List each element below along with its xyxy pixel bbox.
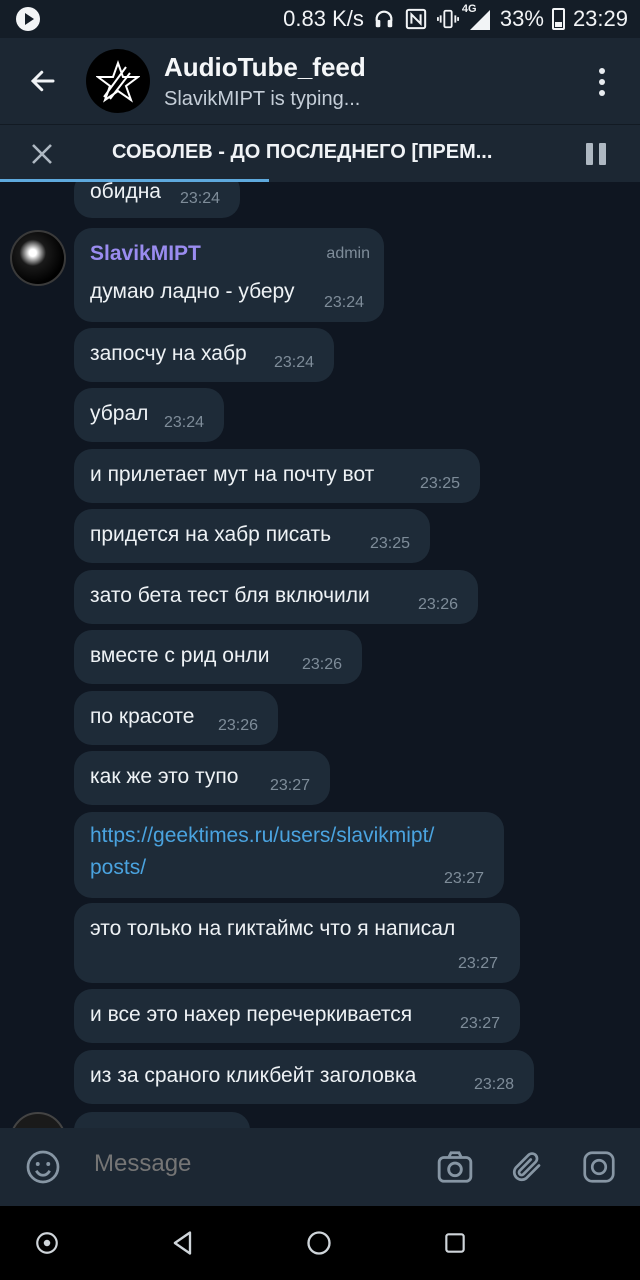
back-button[interactable] <box>0 38 86 124</box>
message-text: убрал <box>90 402 149 425</box>
pause-bar-icon <box>586 143 593 165</box>
message-bubble[interactable]: и все это нахер перечеркивается 23:27 <box>74 989 520 1043</box>
message-text: из за сраного кликбейт заголовка <box>90 1064 417 1087</box>
instant-camera-button[interactable] <box>580 1148 618 1186</box>
message-text: придется на хабр писать <box>90 523 332 546</box>
message-bubble[interactable]: это только на гиктаймс что я написал 23:… <box>74 903 520 983</box>
message-bubble[interactable]: по красоте 23:26 <box>74 691 278 745</box>
emoji-button[interactable] <box>24 1148 62 1186</box>
message-time: 23:25 <box>370 535 411 552</box>
message-text: это только на гиктаймс что я написал <box>90 917 456 940</box>
channel-avatar[interactable] <box>86 49 150 113</box>
message-time: 23:24 <box>164 414 205 431</box>
message-text: вместе с рид онли <box>90 644 270 667</box>
clock: 23:29 <box>572 6 628 31</box>
message-bubble[interactable]: вместе с рид онли 23:26 <box>74 630 362 684</box>
more-options-button[interactable] <box>584 62 620 102</box>
message-bubble[interactable]: зато бета тест бля включили 23:26 <box>74 570 478 624</box>
dot-icon <box>599 79 605 85</box>
track-title[interactable]: СОБОЛЕВ - ДО ПОСЛЕДНЕГО [ПРЕМ... <box>112 141 492 164</box>
sender-name[interactable]: SlavikMIPT <box>90 242 201 266</box>
message-bubble[interactable]: https://geektimes.ru/users/slavikmipt/ p… <box>74 812 504 898</box>
home-circle-icon <box>307 1231 331 1255</box>
chat-header: AudioTube_feed SlavikMIPT is typing... <box>0 38 640 124</box>
message-time: 23:27 <box>458 955 499 972</box>
nfc-icon <box>404 7 428 31</box>
chat-title[interactable]: AudioTube_feed <box>164 52 366 83</box>
message-list[interactable]: обидна 23:24 SlavikMIPT admin думаю ладн… <box>0 182 640 1128</box>
dot-icon <box>599 68 605 74</box>
typing-status: SlavikMIPT is typing... <box>164 87 361 110</box>
admin-badge: admin <box>326 245 370 262</box>
nav-extra-button[interactable] <box>30 1226 64 1260</box>
message-bubble[interactable]: как же это тупо 23:27 <box>74 751 330 805</box>
message-text: обидна <box>90 182 161 203</box>
emoji-icon <box>26 1150 60 1184</box>
message-bubble[interactable]: из за сраного кликбейт заголовка 23:28 <box>74 1050 534 1104</box>
network-speed: 0.83 K/s <box>283 6 364 31</box>
message-text: и прилетает мут на почту вот <box>90 463 375 486</box>
message-bubble[interactable]: SlavikMIPT admin думаю ладно - уберу 23:… <box>74 228 384 322</box>
message-bubble[interactable] <box>74 1112 250 1128</box>
message-time: 23:28 <box>474 1076 515 1093</box>
message-text: зато бета тест бля включили <box>90 584 370 607</box>
message-text: и все это нахер перечеркивается <box>90 1003 413 1026</box>
pause-button[interactable] <box>586 143 610 167</box>
back-triangle-icon <box>173 1231 192 1255</box>
star-logo-icon <box>96 60 140 103</box>
message-bubble[interactable]: запосчу на хабр 23:24 <box>74 328 334 382</box>
message-time: 23:24 <box>180 190 221 207</box>
message-time: 23:27 <box>460 1015 501 1032</box>
nav-back-button[interactable] <box>166 1226 200 1260</box>
message-time: 23:26 <box>302 656 343 673</box>
audio-player-bar[interactable]: СОБОЛЕВ - ДО ПОСЛЕДНЕГО [ПРЕМ... <box>0 124 640 182</box>
message-link[interactable]: posts/ <box>90 856 146 880</box>
message-link[interactable]: https://geektimes.ru/users/slavikmipt/ <box>90 824 434 848</box>
message-time: 23:27 <box>444 870 485 887</box>
message-time: 23:25 <box>420 475 461 492</box>
camera-button[interactable] <box>436 1148 474 1186</box>
battery-icon <box>551 8 565 30</box>
message-time: 23:26 <box>418 596 459 613</box>
battery-percent: 33% <box>499 6 544 31</box>
message-composer <box>0 1128 640 1206</box>
message-bubble[interactable]: придется на хабр писать 23:25 <box>74 509 430 563</box>
vibrate-icon <box>436 7 460 31</box>
pause-bar-icon <box>599 143 606 165</box>
message-time: 23:27 <box>270 777 311 794</box>
attach-button[interactable] <box>508 1148 546 1186</box>
message-text: по красоте <box>90 705 195 728</box>
camera-icon <box>437 1151 473 1183</box>
dot-circle-icon <box>36 1232 58 1254</box>
message-time: 23:24 <box>274 354 315 371</box>
message-bubble[interactable]: обидна 23:24 <box>74 182 240 218</box>
signal-icon: 4G <box>462 3 492 31</box>
status-bar: 0.83 K/s 4G 33% 23:29 <box>0 0 640 38</box>
dot-icon <box>599 90 605 96</box>
system-nav-bar <box>0 1206 640 1280</box>
network-type: 4G <box>461 3 477 15</box>
message-text: думаю ладно - уберу <box>90 280 295 303</box>
media-play-icon <box>16 7 40 31</box>
paperclip-icon <box>512 1152 541 1182</box>
nav-recents-button[interactable] <box>438 1226 472 1260</box>
message-text: запосчу на хабр <box>90 342 247 365</box>
message-time: 23:26 <box>218 717 259 734</box>
message-time: 23:24 <box>324 294 365 311</box>
message-bubble[interactable]: и прилетает мут на почту вот 23:25 <box>74 449 480 503</box>
close-player-button[interactable] <box>20 137 64 171</box>
recents-square-icon <box>445 1233 465 1253</box>
nav-home-button[interactable] <box>302 1226 336 1260</box>
message-text: как же это тупо <box>90 765 239 788</box>
headphones-icon <box>372 7 396 31</box>
close-icon <box>32 144 52 164</box>
user-avatar[interactable] <box>10 1112 66 1128</box>
message-input[interactable] <box>94 1150 394 1178</box>
back-arrow-icon <box>30 70 55 92</box>
user-avatar[interactable] <box>10 230 66 286</box>
message-bubble[interactable]: убрал 23:24 <box>74 388 224 442</box>
instagram-camera-icon <box>583 1151 615 1183</box>
